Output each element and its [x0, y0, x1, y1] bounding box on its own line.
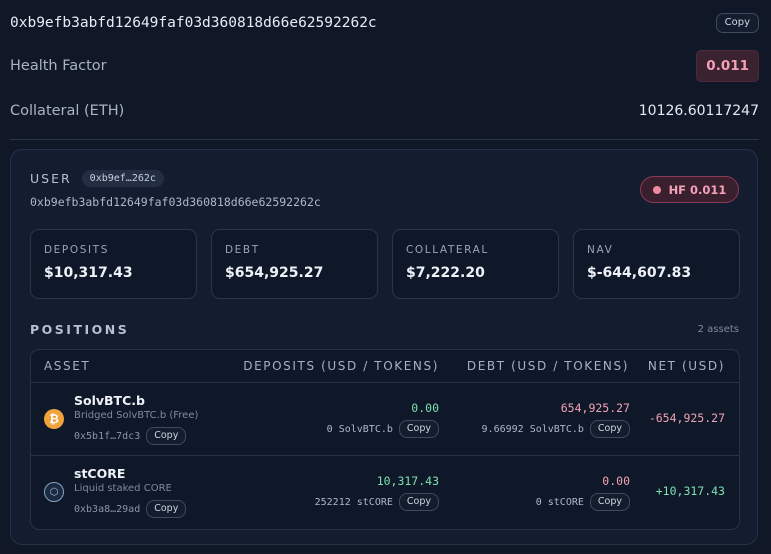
health-factor-value: 0.011	[696, 50, 759, 82]
asset-address-group: 0x5b1f…7dc3 Copy	[74, 427, 187, 445]
stat-card-collateral: COLLATERAL $7,222.20	[392, 229, 559, 299]
deposit-usd: 0.00	[411, 401, 439, 415]
debt-tokens-group: 0 stCORE Copy	[536, 493, 630, 511]
collateral-row: Collateral (ETH) 10126.60117247	[10, 98, 759, 124]
column-header-net: NET (USD)	[647, 359, 725, 373]
positions-table: ASSET DEPOSITS (USD / TOKENS) DEBT (USD …	[30, 349, 740, 530]
asset-subtitle: Bridged SolvBTC.b (Free)	[74, 410, 199, 421]
column-header-debt: DEBT (USD / TOKENS)	[466, 359, 629, 373]
stats-row: DEPOSITS $10,317.43 DEBT $654,925.27 COL…	[30, 229, 740, 299]
asset-address: 0x5b1f…7dc3	[74, 430, 141, 442]
health-factor-row: Health Factor 0.011	[10, 50, 759, 82]
debt-cell: 654,925.27 9.66992 SolvBTC.b Copy	[482, 401, 630, 438]
bitcoin-icon: ₿	[44, 409, 64, 429]
stat-value: $10,317.43	[44, 265, 133, 281]
health-factor-badge-label: HF 0.011	[668, 182, 727, 197]
debt-cell: 0.00 0 stCORE Copy	[536, 474, 630, 511]
copy-debt-button[interactable]: Copy	[589, 420, 630, 438]
stat-label: NAV	[587, 244, 614, 256]
deposit-tokens-group: 0 SolvBTC.b Copy	[327, 420, 439, 438]
debt-usd: 0.00	[602, 474, 630, 488]
address-row: 0xb9efb3abfd12649faf03d360818d66e6259226…	[10, 10, 759, 36]
core-icon: ⬡	[44, 482, 64, 502]
deposit-cell: 0.00 0 SolvBTC.b Copy	[327, 401, 439, 438]
collateral-label: Collateral (ETH)	[10, 103, 125, 119]
asset-address-group: 0xb3a8…29ad Copy	[74, 500, 187, 518]
copy-asset-address-button[interactable]: Copy	[146, 427, 187, 445]
user-label: USER	[30, 171, 72, 186]
health-factor-label: Health Factor	[10, 58, 107, 74]
user-header: USER 0xb9ef…262c	[30, 170, 164, 187]
positions-count: 2 assets	[697, 324, 739, 335]
deposit-tokens-group: 252212 stCORE Copy	[315, 493, 439, 511]
asset-address: 0xb3a8…29ad	[74, 503, 141, 515]
divider	[10, 139, 759, 140]
asset-name: stCORE	[74, 466, 126, 481]
copy-deposit-button[interactable]: Copy	[398, 493, 439, 511]
table-row: ₿ SolvBTC.b Bridged SolvBTC.b (Free) 0x5…	[31, 383, 739, 456]
column-header-deposits: DEPOSITS (USD / TOKENS)	[243, 359, 439, 373]
stat-value: $-644,607.83	[587, 265, 692, 281]
health-factor-badge: HF 0.011	[640, 176, 739, 203]
positions-title: POSITIONS	[30, 322, 130, 337]
debt-usd: 654,925.27	[560, 401, 630, 415]
collateral-value: 10126.60117247	[638, 103, 759, 119]
copy-debt-button[interactable]: Copy	[589, 493, 630, 511]
stat-value: $7,222.20	[406, 265, 485, 281]
net-value: -654,925.27	[648, 411, 725, 425]
stat-label: COLLATERAL	[406, 244, 489, 256]
stat-card-nav: NAV $-644,607.83	[573, 229, 740, 299]
stat-label: DEPOSITS	[44, 244, 109, 256]
asset-name: SolvBTC.b	[74, 393, 145, 408]
status-dot-icon	[652, 185, 661, 194]
copy-address-button[interactable]: Copy	[715, 13, 759, 33]
stat-value: $654,925.27	[225, 265, 324, 281]
table-row: ⬡ stCORE Liquid staked CORE 0xb3a8…29ad …	[31, 456, 739, 529]
account-address: 0xb9efb3abfd12649faf03d360818d66e6259226…	[10, 15, 377, 31]
stat-label: DEBT	[225, 244, 260, 256]
user-short-address-chip: 0xb9ef…262c	[81, 170, 164, 187]
net-value: +10,317.43	[655, 484, 725, 498]
debt-tokens: 9.66992 SolvBTC.b	[481, 423, 584, 435]
debt-tokens: 0 stCORE	[535, 496, 584, 508]
table-header: ASSET DEPOSITS (USD / TOKENS) DEBT (USD …	[31, 350, 739, 383]
user-card: USER 0xb9ef…262c 0xb9efb3abfd12649faf03d…	[10, 149, 758, 545]
copy-deposit-button[interactable]: Copy	[398, 420, 439, 438]
stat-card-deposits: DEPOSITS $10,317.43	[30, 229, 197, 299]
deposit-usd: 10,317.43	[376, 474, 439, 488]
deposit-tokens: 252212 stCORE	[314, 496, 393, 508]
copy-asset-address-button[interactable]: Copy	[146, 500, 187, 518]
deposit-tokens: 0 SolvBTC.b	[326, 423, 393, 435]
column-header-asset: ASSET	[44, 359, 91, 373]
asset-subtitle: Liquid staked CORE	[74, 483, 172, 494]
user-full-address: 0xb9efb3abfd12649faf03d360818d66e6259226…	[30, 195, 321, 209]
stat-card-debt: DEBT $654,925.27	[211, 229, 378, 299]
debt-tokens-group: 9.66992 SolvBTC.b Copy	[482, 420, 630, 438]
positions-header: POSITIONS 2 assets	[30, 322, 739, 337]
deposit-cell: 10,317.43 252212 stCORE Copy	[315, 474, 439, 511]
